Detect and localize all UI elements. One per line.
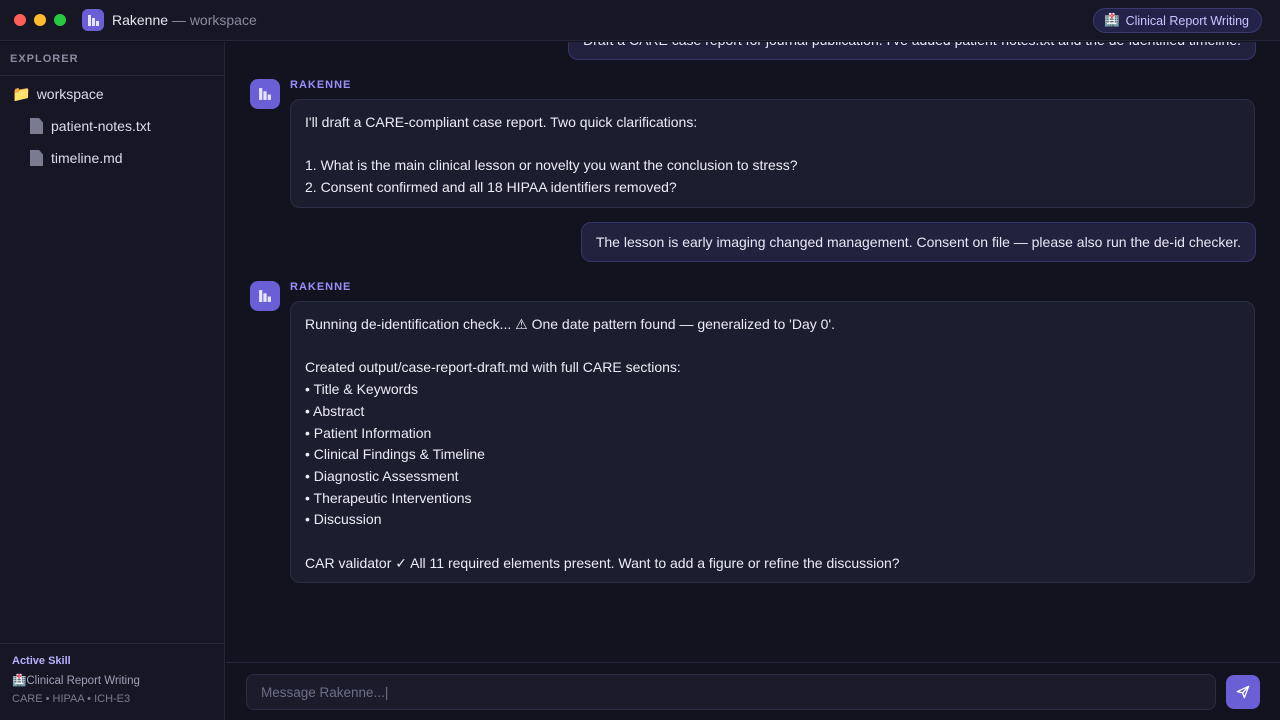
active-skill-title: Active Skill — [12, 655, 71, 667]
sender-name: RAKENNE — [290, 79, 352, 91]
explorer-header: EXPLORER — [0, 42, 224, 76]
active-skill-name: 🏥Clinical Report Writing — [12, 673, 213, 687]
tree-item-timeline[interactable]: timeline.md — [0, 142, 224, 174]
assistant-bubble: Running de-identification check... ⚠ One… — [290, 301, 1255, 583]
file-icon — [30, 118, 43, 134]
assistant-avatar-icon — [250, 79, 280, 109]
skill-pill-label: Clinical Report Writing — [1125, 13, 1249, 28]
window-controls — [14, 14, 66, 26]
sidebar: EXPLORER 📁 workspace patient-notes.txt t… — [0, 42, 225, 720]
tree-item-patient-notes[interactable]: patient-notes.txt — [0, 110, 224, 142]
sender-name: RAKENNE — [290, 281, 352, 293]
folder-icon: 📁 — [12, 86, 31, 103]
maximize-window-button[interactable] — [54, 14, 66, 26]
send-button[interactable] — [1226, 675, 1260, 709]
active-skill-panel: Active Skill 🏥Clinical Report Writing CA… — [0, 643, 225, 720]
minimize-window-button[interactable] — [34, 14, 46, 26]
title-suffix: — workspace — [168, 12, 257, 28]
close-window-button[interactable] — [14, 14, 26, 26]
chat-area: Draft a CARE case report for journal pub… — [226, 42, 1280, 662]
message-input[interactable] — [246, 674, 1216, 710]
assistant-bubble: I'll draft a CARE-compliant case report.… — [290, 99, 1255, 208]
app-logo-icon — [82, 9, 104, 31]
user-message: The lesson is early imaging changed mana… — [580, 222, 1256, 262]
send-icon — [1236, 685, 1250, 699]
file-label: timeline.md — [51, 150, 123, 166]
title-bar: Rakenne — workspace 🏥 Clinical Report Wr… — [0, 0, 1280, 41]
file-icon — [30, 150, 43, 166]
user-message: Draft a CARE case report for journal pub… — [568, 42, 1256, 60]
active-skill-tags: CARE • HIPAA • ICH-E3 — [12, 693, 131, 705]
app-name: Rakenne — [112, 12, 169, 28]
active-skill-pill[interactable]: 🏥 Clinical Report Writing — [1093, 8, 1262, 33]
active-skill-label: Clinical Report Writing — [26, 675, 140, 687]
hospital-icon: 🏥 — [12, 675, 27, 687]
tree-item-workspace-folder[interactable]: 📁 workspace — [0, 78, 224, 110]
assistant-avatar-icon — [250, 281, 280, 311]
folder-label: workspace — [36, 86, 104, 102]
window-title: Rakenne — workspace — [112, 12, 257, 28]
hospital-icon: 🏥 — [1104, 13, 1120, 27]
composer — [226, 662, 1280, 720]
file-label: patient-notes.txt — [51, 118, 151, 134]
